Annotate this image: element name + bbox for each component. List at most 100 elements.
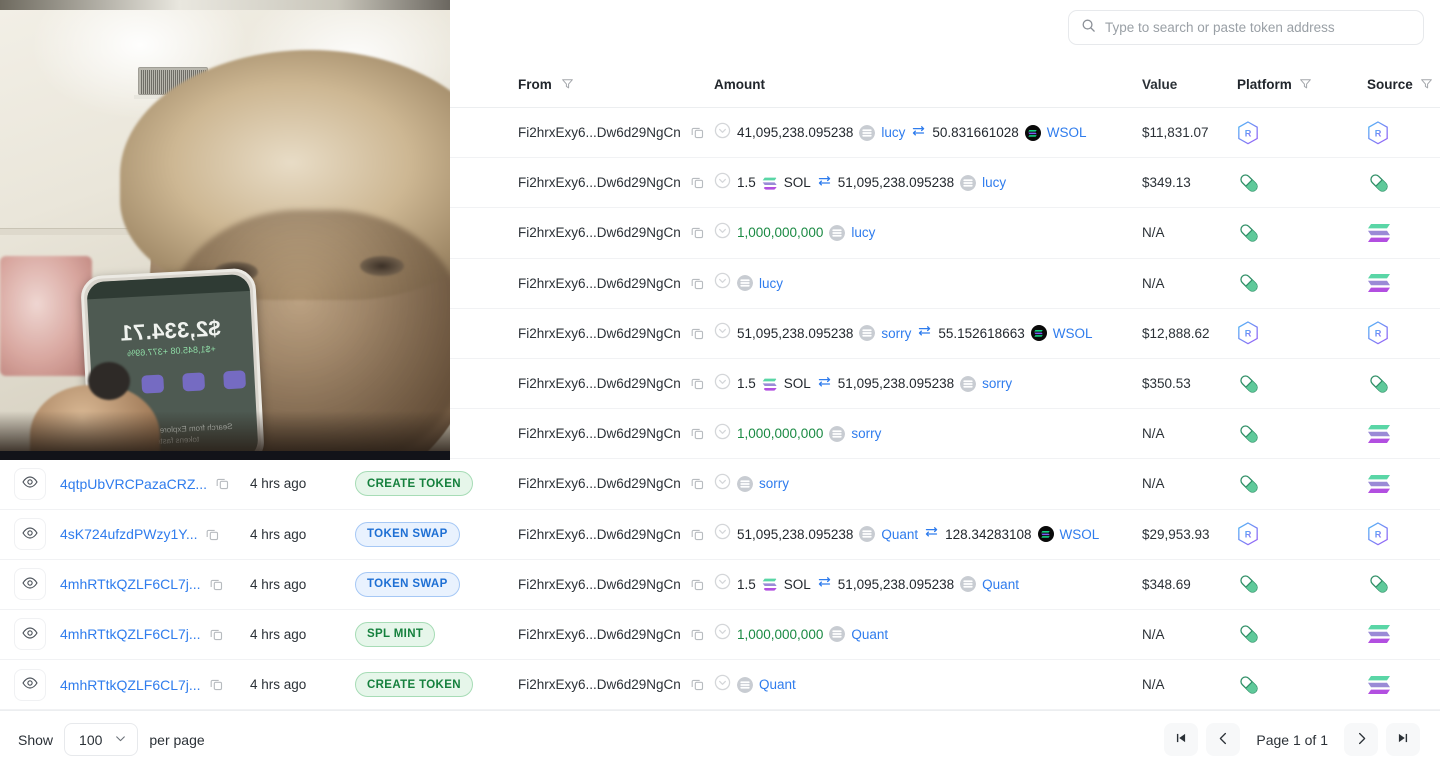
row-source-cell	[1367, 572, 1440, 596]
table-row[interactable]: 4qtpUbVRCPazaCRZ... 4 hrs ago CREATE TOKE…	[0, 459, 1440, 510]
copy-icon[interactable]	[215, 476, 230, 491]
table-row[interactable]: 4mhRTtkQZLF6CL7j... 4 hrs ago SPL MINT Fi2…	[0, 609, 1440, 661]
transaction-type-badge[interactable]: CREATE TOKEN	[355, 672, 473, 698]
expand-row-icon[interactable]	[714, 322, 731, 344]
filter-icon-source[interactable]	[1420, 77, 1433, 93]
expand-row-icon[interactable]	[714, 222, 731, 244]
amount-out-token[interactable]: WSOL	[1053, 326, 1093, 341]
amount-token[interactable]: sorry	[759, 476, 789, 491]
expand-row-icon[interactable]	[714, 674, 731, 696]
copy-icon[interactable]	[690, 175, 705, 190]
signature-link[interactable]: 4mhRTtkQZLF6CL7j...	[60, 576, 201, 592]
header-source[interactable]: Source	[1367, 77, 1440, 93]
transaction-type-badge[interactable]: TOKEN SWAP	[355, 571, 460, 597]
row-time-cell: 4 hrs ago	[250, 526, 307, 542]
expand-row-icon[interactable]	[714, 373, 731, 395]
amount-in-token: SOL	[783, 175, 811, 191]
search-input[interactable]	[1105, 11, 1411, 44]
watch-button[interactable]	[14, 518, 46, 551]
table-row[interactable]: 4sK724ufzdPWzy1Y... 4 hrs ago TOKEN SWAP F…	[0, 509, 1440, 560]
webcam-video-overlay[interactable]: $2,334.71 +$1,845.08 +377.69% Search fro…	[0, 0, 450, 460]
amount-out-token[interactable]: WSOL	[1047, 125, 1087, 140]
copy-icon[interactable]	[690, 527, 705, 542]
watch-button[interactable]	[14, 568, 46, 601]
expand-row-icon[interactable]	[714, 272, 731, 294]
transaction-type-badge[interactable]: TOKEN SWAP	[355, 521, 460, 547]
pumpfun-icon	[1237, 221, 1261, 245]
row-amount-cell: 51,095,238.095238 Quant 128.34283108 WSO…	[707, 523, 1142, 545]
token-search-box[interactable]	[1068, 10, 1424, 45]
expand-row-icon[interactable]	[714, 122, 731, 144]
expand-row-icon[interactable]	[714, 623, 731, 645]
copy-icon[interactable]	[205, 527, 220, 542]
pumpfun-icon	[1237, 673, 1261, 697]
copy-icon[interactable]	[690, 276, 705, 291]
row-amount-cell: 1,000,000,000 lucy	[707, 222, 1142, 244]
amount-in-token[interactable]: lucy	[881, 125, 905, 140]
copy-icon[interactable]	[209, 677, 224, 692]
row-amount-cell: 1,000,000,000 Quant	[707, 623, 1142, 645]
header-platform[interactable]: Platform	[1237, 77, 1367, 93]
transaction-type-badge[interactable]: CREATE TOKEN	[355, 471, 473, 497]
copy-icon[interactable]	[690, 376, 705, 391]
expand-row-icon[interactable]	[714, 423, 731, 445]
row-from-cell: Fi2hrxExy6...Dw6d29NgCn	[485, 376, 707, 391]
copy-icon[interactable]	[690, 125, 705, 140]
transaction-type-badge[interactable]: SPL MINT	[355, 621, 436, 647]
token-avatar-icon	[737, 275, 753, 292]
signature-link[interactable]: 4qtpUbVRCPazaCRZ...	[60, 476, 207, 492]
copy-icon[interactable]	[690, 326, 705, 341]
from-address: Fi2hrxExy6...Dw6d29NgCn	[518, 125, 681, 141]
expand-row-icon[interactable]	[714, 172, 731, 194]
copy-icon[interactable]	[209, 627, 224, 642]
row-watch-cell	[0, 518, 60, 551]
token-avatar-icon	[960, 375, 977, 392]
amount-token[interactable]: Quant	[851, 627, 888, 642]
amount-token[interactable]: lucy	[759, 276, 783, 291]
prev-page-button[interactable]	[1206, 723, 1241, 756]
amount-out-token[interactable]: Quant	[982, 577, 1019, 592]
page-size-select[interactable]: 100	[64, 723, 139, 756]
row-amount-cell: lucy	[707, 272, 1142, 294]
expand-row-icon[interactable]	[714, 573, 731, 595]
expand-row-icon[interactable]	[714, 523, 731, 545]
watch-button[interactable]	[14, 618, 46, 651]
copy-icon[interactable]	[690, 577, 705, 592]
amount-in-token[interactable]: Quant	[881, 527, 918, 542]
watch-button[interactable]	[14, 467, 46, 500]
next-page-button[interactable]	[1344, 723, 1378, 756]
amount-out-token[interactable]: sorry	[982, 376, 1012, 391]
amount-token[interactable]: Quant	[759, 677, 796, 692]
header-platform-label: Platform	[1237, 77, 1292, 92]
row-source-cell	[1367, 624, 1440, 644]
amount-in-token[interactable]: sorry	[881, 326, 911, 341]
row-value-cell: $29,953.93	[1142, 526, 1210, 542]
svg-text:R: R	[1245, 530, 1252, 540]
filter-icon-from[interactable]	[561, 77, 574, 93]
row-from-cell: Fi2hrxExy6...Dw6d29NgCn	[485, 627, 707, 642]
first-page-button[interactable]	[1164, 723, 1199, 756]
from-address: Fi2hrxExy6...Dw6d29NgCn	[518, 376, 681, 392]
copy-icon[interactable]	[690, 677, 705, 692]
signature-link[interactable]: 4mhRTtkQZLF6CL7j...	[60, 626, 201, 642]
amount-out-token[interactable]: lucy	[982, 175, 1006, 190]
watch-button[interactable]	[14, 668, 46, 701]
row-source-cell	[1367, 372, 1440, 396]
copy-icon[interactable]	[690, 627, 705, 642]
last-page-button[interactable]	[1386, 723, 1420, 756]
table-row[interactable]: 4mhRTtkQZLF6CL7j... 4 hrs ago TOKEN SWAP F…	[0, 559, 1440, 610]
signature-link[interactable]: 4sK724ufzdPWzy1Y...	[60, 526, 197, 542]
header-source-label: Source	[1367, 77, 1413, 92]
copy-icon[interactable]	[209, 577, 224, 592]
amount-token[interactable]: sorry	[851, 426, 881, 441]
copy-icon[interactable]	[690, 426, 705, 441]
copy-icon[interactable]	[690, 225, 705, 240]
table-row[interactable]: 4mhRTtkQZLF6CL7j... 4 hrs ago CREATE TOKE…	[0, 660, 1440, 711]
signature-link[interactable]: 4mhRTtkQZLF6CL7j...	[60, 677, 201, 693]
filter-icon-platform[interactable]	[1299, 77, 1312, 93]
amount-out-token[interactable]: WSOL	[1060, 527, 1100, 542]
expand-row-icon[interactable]	[714, 473, 731, 495]
amount-token[interactable]: lucy	[851, 225, 875, 240]
copy-icon[interactable]	[690, 476, 705, 491]
header-from[interactable]: From	[485, 77, 707, 93]
